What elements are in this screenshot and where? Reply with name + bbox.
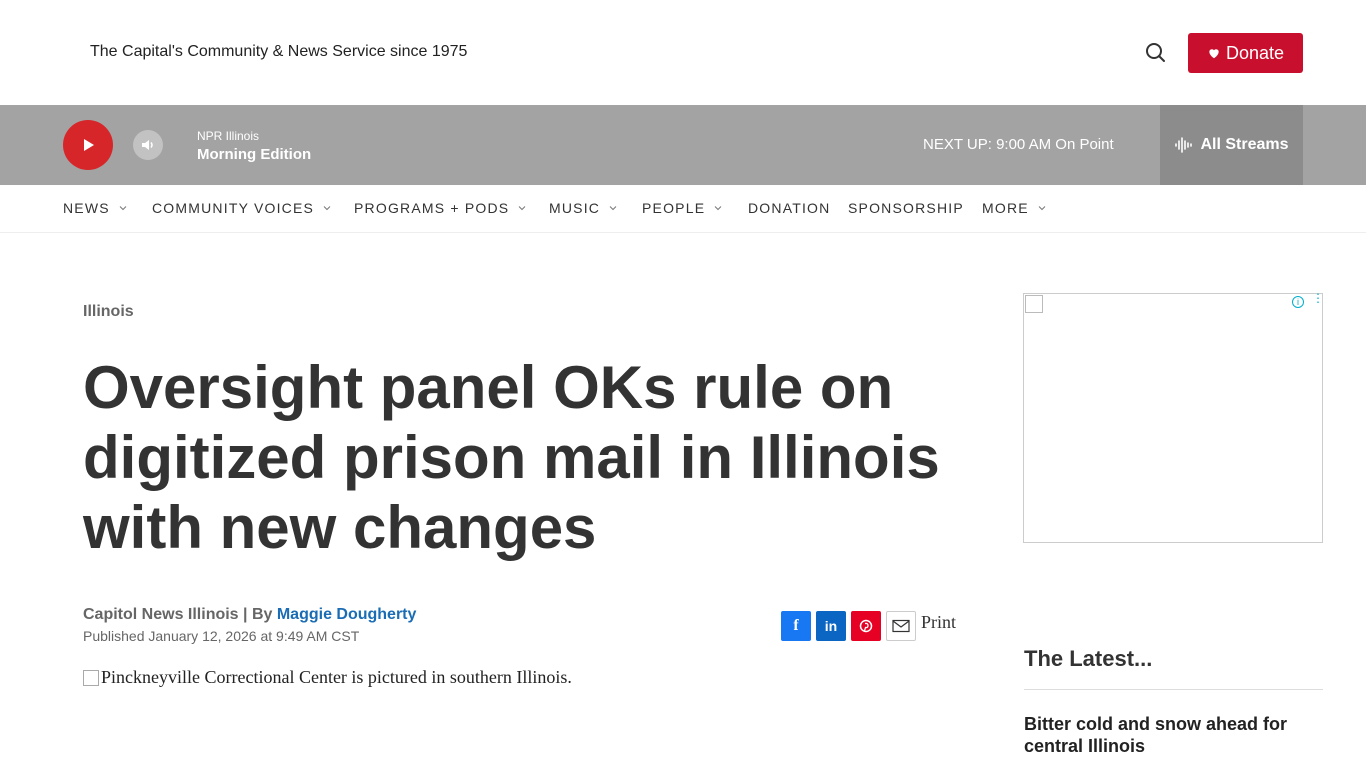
author-link[interactable]: Maggie Dougherty [277,606,417,623]
chevron-down-icon [609,206,617,211]
nav-item-label: DONATION [748,200,831,216]
divider [1024,689,1323,690]
chevron-down-icon [518,206,526,211]
share-pinterest-button[interactable] [851,611,881,641]
nav-item-programs-pods[interactable]: PROGRAMS + PODS [354,200,527,216]
facebook-icon: f [793,617,799,634]
donate-button[interactable]: Donate [1188,33,1303,73]
nav-item-music[interactable]: MUSIC [549,200,618,216]
nav-item-label: NEWS [63,200,110,216]
all-streams-button[interactable]: All Streams [1160,105,1303,185]
byline: Capitol News Illinois | By Maggie Doughe… [83,606,416,624]
share-facebook-button[interactable]: f [781,611,811,641]
site-tagline: The Capital's Community & News Service s… [90,43,468,60]
print-button[interactable]: Print [921,612,956,633]
byline-source: Capitol News Illinois | By [83,606,277,623]
article-image-alt: Pinckneyville Correctional Center is pic… [101,667,572,687]
nav-item-more[interactable]: MORE [982,200,1047,216]
nav-item-label: MUSIC [549,200,601,216]
broken-image-icon [1025,295,1043,313]
share-linkedin-button[interactable]: in [816,611,846,641]
volume-icon [142,140,153,150]
nav-item-people[interactable]: PEOPLE [642,200,723,216]
nav-item-donation[interactable]: DONATION [748,200,830,216]
audio-player-bar: NPR Illinois Morning Edition NEXT UP: 9:… [0,105,1366,185]
article-headline: Oversight panel OKs rule on digitized pr… [83,354,940,561]
current-show: Morning Edition [197,146,312,163]
search-icon [1146,43,1165,62]
latest-item-link[interactable]: Bitter cold and snow ahead for central I… [1024,713,1323,757]
advertisement[interactable]: i ⋮ [1023,292,1324,543]
nav-item-sponsorship[interactable]: SPONSORSHIP [848,200,964,216]
station-name: NPR Illinois [197,129,260,143]
all-streams-label: All Streams [1200,136,1289,153]
broken-image-icon [83,669,99,686]
chevron-down-icon [119,206,127,211]
nav-item-label: MORE [982,200,1029,216]
main-navigation: NEWS COMMUNITY VOICES PROGRAMS + PODS MU… [0,185,1366,233]
next-up-text: NEXT UP: 9:00 AM On Point [923,136,1114,153]
published-date: Published January 12, 2026 at 9:49 AM CS… [83,628,360,644]
chevron-down-icon [1038,206,1046,211]
pinterest-icon [859,619,873,633]
nav-item-news[interactable]: NEWS [63,200,128,216]
audio-wave-icon [1175,137,1193,153]
search-button[interactable] [1143,40,1169,66]
share-email-button[interactable] [886,611,916,641]
linkedin-icon: in [824,618,838,634]
ad-info-icon[interactable]: i [1292,296,1304,308]
nav-item-community-voices[interactable]: COMMUNITY VOICES [152,200,332,216]
email-icon [892,619,910,633]
latest-heading: The Latest... [1024,646,1153,671]
chevron-down-icon [323,206,331,211]
article-image: Pinckneyville Correctional Center is pic… [83,667,572,688]
play-icon [84,139,94,151]
donate-label: Donate [1225,42,1285,63]
nav-item-label: PROGRAMS + PODS [354,200,510,216]
heart-icon [1209,49,1219,59]
ad-menu-icon[interactable]: ⋮ [1312,292,1324,310]
play-button[interactable] [63,120,113,170]
nav-item-label: SPONSORSHIP [848,200,964,216]
site-header: The Capital's Community & News Service s… [0,0,1366,105]
volume-button[interactable] [133,130,163,160]
nav-item-label: PEOPLE [642,200,706,216]
nav-item-label: COMMUNITY VOICES [152,200,315,216]
article-category-link[interactable]: Illinois [83,303,134,321]
chevron-down-icon [714,206,722,211]
